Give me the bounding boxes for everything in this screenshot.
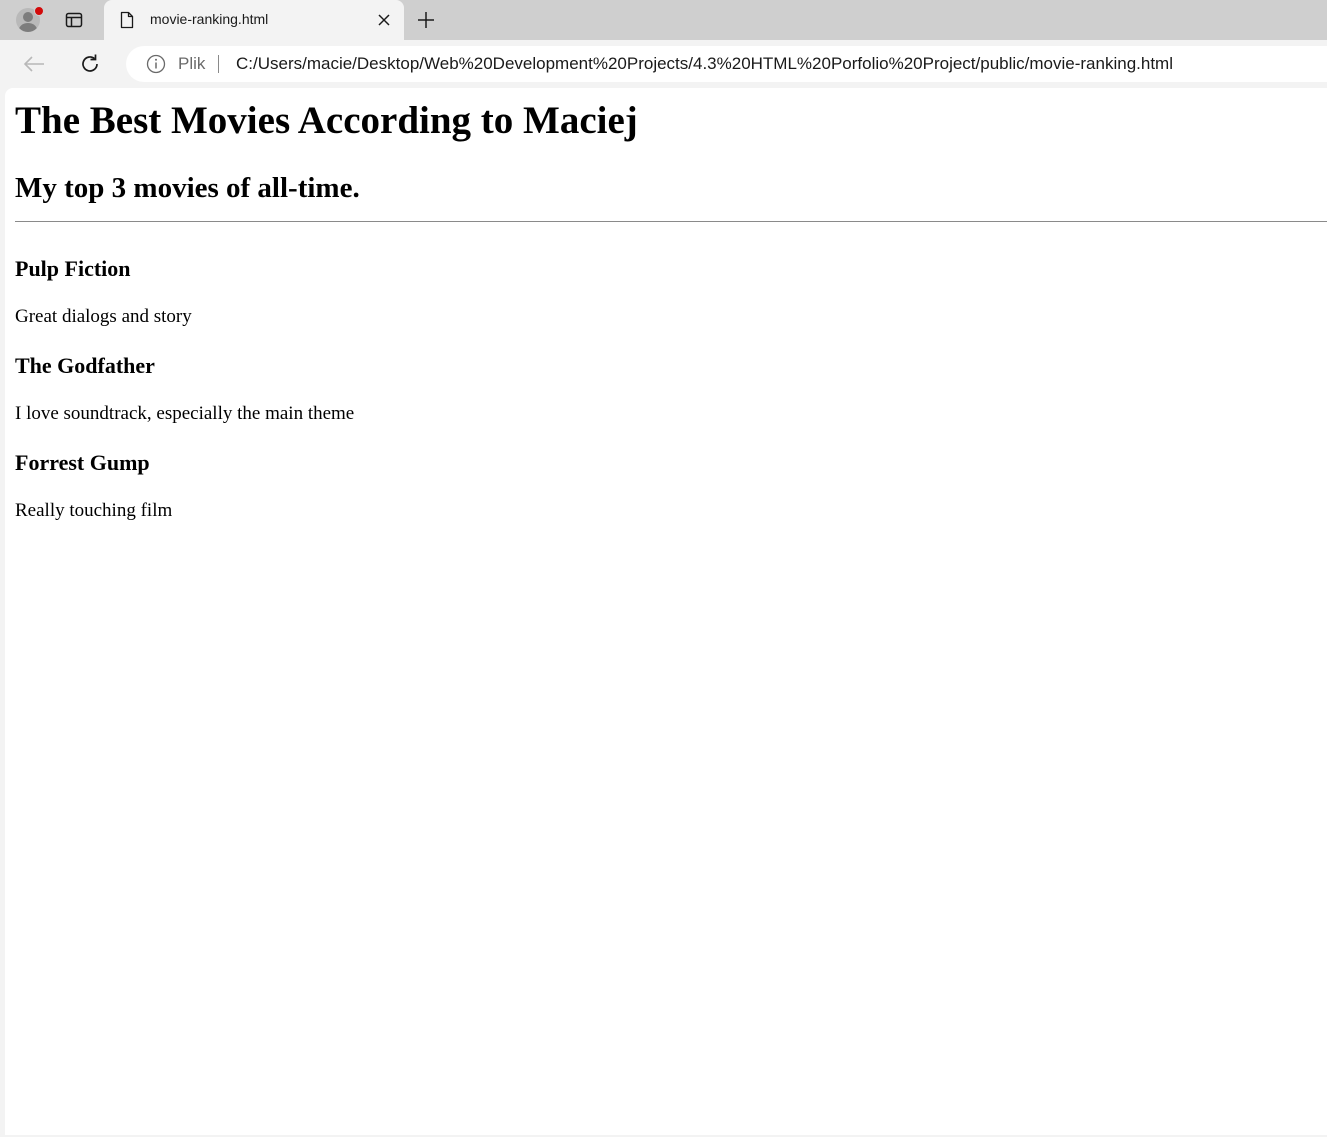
- tab-actions-icon: [65, 12, 83, 28]
- tab-strip: movie-ranking.html: [0, 0, 1327, 40]
- info-icon[interactable]: [146, 54, 166, 74]
- movie-title: Pulp Fiction: [15, 256, 131, 281]
- movie-description: I love soundtrack, especially the main t…: [15, 403, 355, 424]
- close-icon: [378, 14, 390, 26]
- toolbar: Plik C:/Users/macie/Desktop/Web%20Develo…: [0, 40, 1327, 88]
- profile-button[interactable]: [14, 6, 44, 34]
- refresh-icon: [82, 54, 98, 72]
- back-button[interactable]: [20, 50, 48, 78]
- movie-description: Great dialogs and story: [15, 306, 192, 327]
- tab-movie-ranking[interactable]: movie-ranking.html: [104, 0, 404, 40]
- tab-actions-button[interactable]: [60, 6, 88, 34]
- site-info-label[interactable]: Plik: [178, 54, 205, 74]
- omnibox-separator: [218, 55, 219, 73]
- new-tab-button[interactable]: [412, 6, 440, 34]
- address-bar[interactable]: Plik C:/Users/macie/Desktop/Web%20Develo…: [126, 46, 1327, 82]
- tab-close-button[interactable]: [374, 10, 394, 30]
- back-arrow-icon: [23, 56, 44, 72]
- url-text[interactable]: C:/Users/macie/Desktop/Web%20Development…: [236, 54, 1173, 74]
- browser-window: movie-ranking.html Plik C:/Users/macie/D…: [0, 0, 1327, 1137]
- divider: [15, 221, 1327, 222]
- plus-icon: [418, 12, 434, 28]
- page-viewport: The Best Movies According to Maciej My t…: [5, 88, 1327, 1135]
- movie-description: Really touching film: [15, 500, 173, 521]
- refresh-button[interactable]: [76, 50, 104, 78]
- page-subtitle: My top 3 movies of all-time.: [15, 172, 360, 204]
- notification-dot: [34, 6, 44, 16]
- page-title: The Best Movies According to Maciej: [15, 99, 638, 142]
- movie-title: The Godfather: [15, 353, 155, 378]
- movie-title: Forrest Gump: [15, 450, 150, 475]
- tab-title: movie-ranking.html: [150, 11, 269, 27]
- page-icon: [120, 11, 134, 29]
